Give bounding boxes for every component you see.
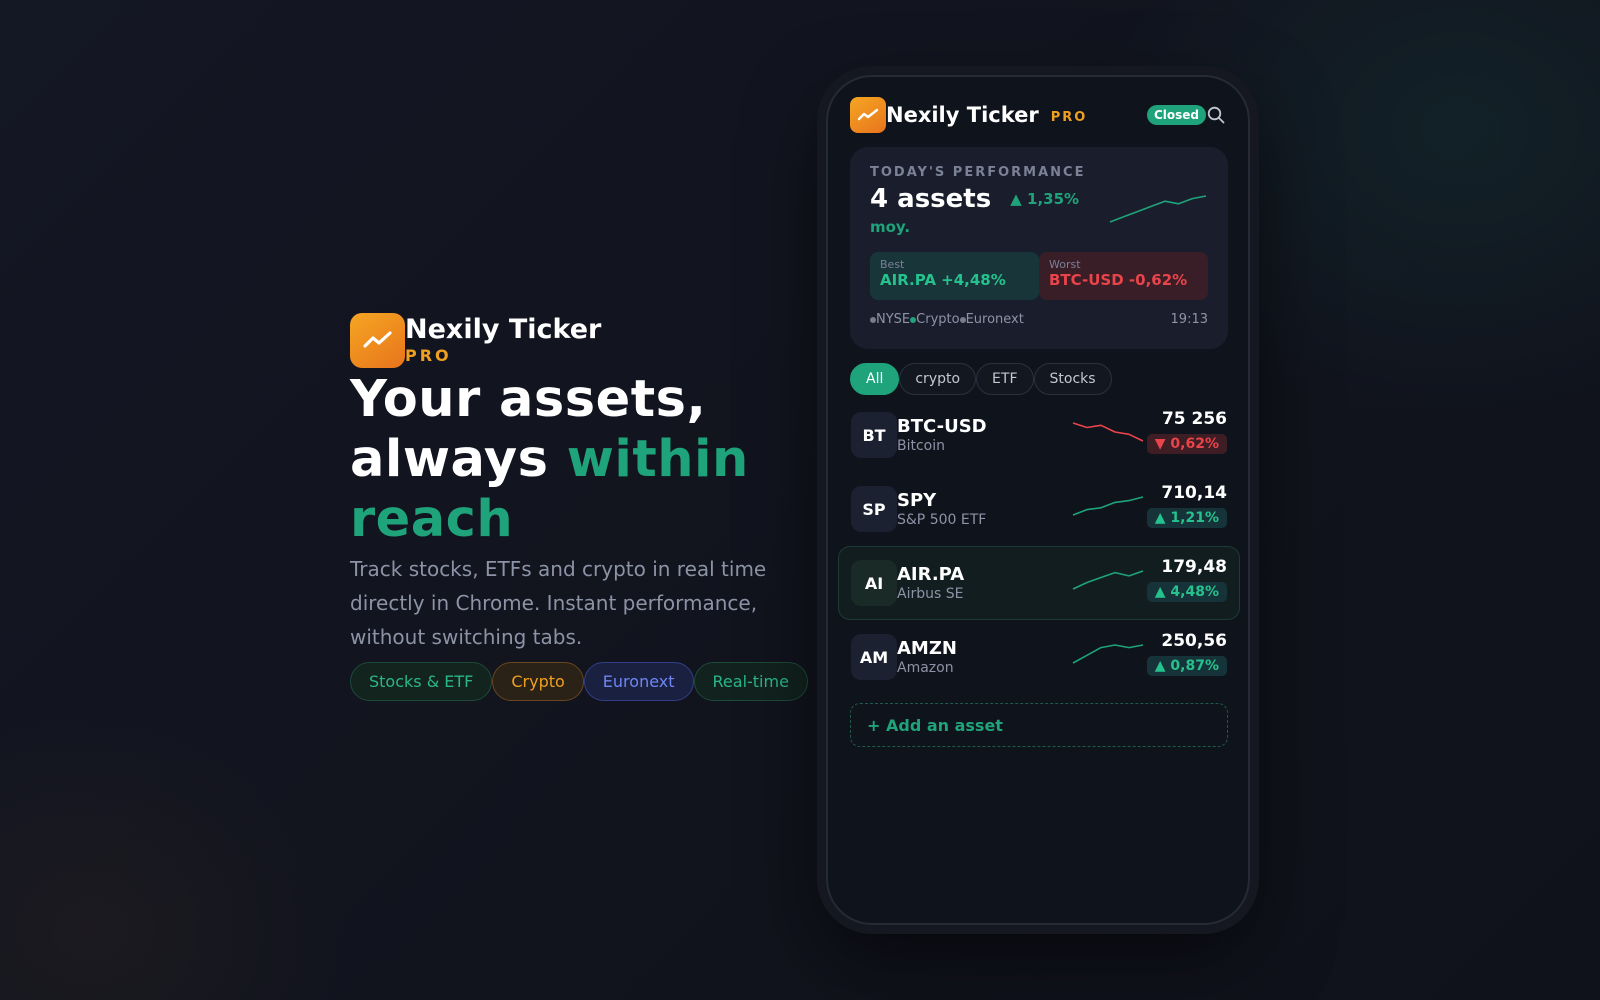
filter-crypto[interactable]: crypto: [899, 363, 977, 395]
hero-brand-pro: PRO: [405, 346, 452, 365]
filter-stocks[interactable]: Stocks: [1033, 363, 1112, 395]
sparkline-path: [1072, 422, 1144, 442]
tag-stocks-etf: Stocks & ETF: [350, 662, 493, 701]
asset-row-btc-usd[interactable]: BT BTC-USD Bitcoin 75 256 ▼ 0,62%: [838, 398, 1240, 472]
asset-change-badge: ▲ 1,21%: [1146, 508, 1227, 528]
asset-sparkline: [1072, 644, 1144, 664]
last-update-time: 19:13: [1170, 312, 1208, 327]
asset-row-amzn[interactable]: AM AMZN Amazon 250,56 ▲ 0,87%: [838, 620, 1240, 694]
best-label: Best: [880, 258, 905, 271]
performance-card: TODAY'S PERFORMANCE 4 assets ▲ 1,35% moy…: [850, 147, 1228, 349]
asset-price: 179,48: [1161, 557, 1227, 577]
asset-change-badge: ▲ 4,48%: [1146, 582, 1227, 602]
filter-etf[interactable]: ETF: [976, 363, 1034, 395]
worst-value: BTC-USD -0,62%: [1049, 271, 1188, 289]
asset-symbol: AMZN: [897, 638, 957, 659]
asset-name: Amazon: [897, 660, 954, 676]
asset-price: 75 256: [1161, 409, 1227, 429]
hero-brand-name: Nexily Ticker: [405, 314, 602, 345]
trend-chart-icon: [850, 97, 886, 133]
market-crypto: Crypto: [916, 312, 960, 327]
best-performer: Best AIR.PA +4,48%: [870, 252, 1039, 300]
asset-symbol: AIR.PA: [897, 564, 965, 585]
tag-real-time: Real-time: [693, 662, 808, 701]
asset-symbol: SPY: [897, 490, 937, 511]
average-change: ▲ 1,35%: [1010, 190, 1080, 208]
performance-label: TODAY'S PERFORMANCE: [870, 165, 1086, 180]
asset-change-badge: ▲ 0,87%: [1146, 656, 1227, 676]
headline-line-1: Your assets,: [350, 370, 707, 429]
market-status-badge: Closed: [1146, 105, 1206, 125]
phone-mockup: Nexily Ticker PRO Closed TODAY'S PERFORM…: [826, 75, 1250, 925]
sparkline-path: [1109, 195, 1207, 223]
asset-sparkline: [1072, 422, 1144, 442]
asset-change-badge: ▼ 0,62%: [1146, 434, 1227, 454]
tag-euronext: Euronext: [583, 662, 694, 701]
asset-avatar: BT: [851, 412, 897, 458]
app-title: Nexily Ticker: [886, 103, 1039, 127]
tag-crypto: Crypto: [492, 662, 584, 701]
hero-headline: Your assets, always within reach: [350, 370, 820, 550]
assets-count: 4 assets: [870, 184, 992, 214]
sparkline-path: [1072, 644, 1144, 664]
asset-sparkline: [1072, 496, 1144, 516]
app-pro-label: PRO: [1050, 109, 1088, 125]
asset-symbol: BTC-USD: [897, 416, 987, 437]
best-value: AIR.PA +4,48%: [880, 271, 1006, 289]
trend-chart-icon: [350, 312, 405, 368]
app-header: Nexily Ticker PRO Closed: [850, 97, 1226, 133]
headline-line-2: always: [350, 430, 567, 489]
market-nyse: NYSE: [876, 312, 911, 327]
asset-avatar: AM: [851, 634, 897, 680]
filter-chips: All crypto ETF Stocks: [850, 363, 1112, 395]
asset-sparkline: [1072, 570, 1144, 590]
asset-name: Airbus SE: [897, 586, 964, 602]
asset-row-spy[interactable]: SP SPY S&P 500 ETF 710,14 ▲ 1,21%: [838, 472, 1240, 546]
search-icon[interactable]: [1206, 105, 1226, 125]
performance-sparkline: [1109, 195, 1207, 223]
market-euronext: Euronext: [965, 312, 1024, 327]
asset-row-air-pa[interactable]: AI AIR.PA Airbus SE 179,48 ▲ 4,48%: [838, 546, 1240, 620]
worst-label: Worst: [1049, 258, 1081, 271]
sparkline-path: [1072, 570, 1144, 590]
asset-price: 250,56: [1161, 631, 1227, 651]
add-asset-button[interactable]: + Add an asset: [850, 703, 1228, 747]
hero-subtitle: Track stocks, ETFs and crypto in real ti…: [350, 557, 767, 649]
asset-avatar: AI: [851, 560, 897, 606]
hero-section: Nexily Ticker PRO Your assets, always wi…: [350, 312, 820, 701]
filter-all[interactable]: All: [850, 363, 900, 395]
feature-tags: Stocks & ETF Crypto Euronext Real-time: [350, 662, 820, 701]
hero-brand: Nexily Ticker PRO: [350, 312, 820, 368]
asset-list: BT BTC-USD Bitcoin 75 256 ▼ 0,62% SP SPY…: [838, 398, 1240, 694]
worst-performer: Worst BTC-USD -0,62%: [1039, 252, 1208, 300]
asset-name: Bitcoin: [897, 438, 946, 454]
asset-name: S&P 500 ETF: [897, 512, 987, 528]
market-status-row: NYSE Crypto Euronext 19:13: [870, 312, 1208, 327]
sparkline-path: [1072, 496, 1144, 516]
asset-price: 710,14: [1161, 483, 1227, 503]
asset-avatar: SP: [851, 486, 897, 532]
